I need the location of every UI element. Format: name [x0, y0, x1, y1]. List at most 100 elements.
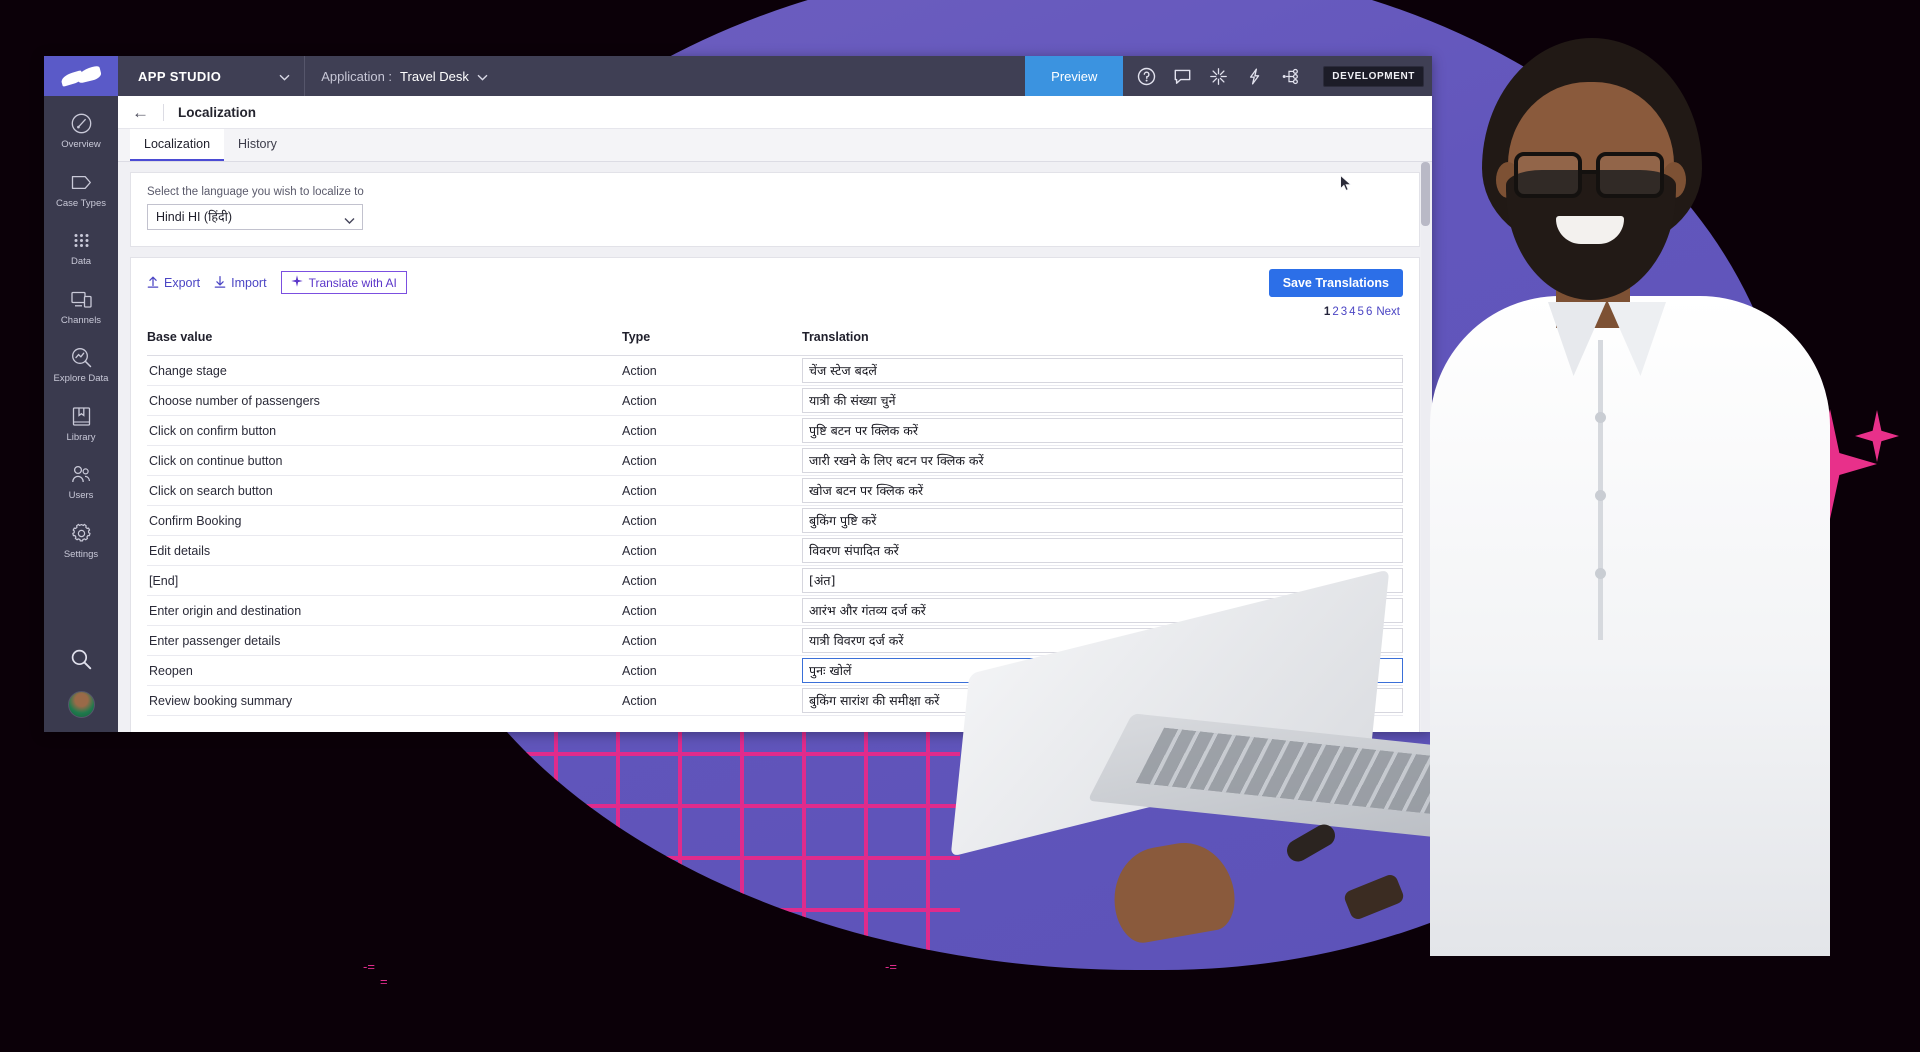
- base-value-text: Choose number of passengers: [149, 393, 320, 408]
- case-type-icon: [70, 171, 93, 194]
- page-title: Localization: [178, 104, 257, 120]
- sidebar-item-label: Settings: [63, 548, 99, 560]
- translations-toolbar-row: Export Import Translate with AI Save Tra…: [147, 269, 1403, 297]
- type-text: Action: [622, 423, 657, 438]
- base-value-text: [End]: [149, 573, 179, 588]
- type-text: Action: [622, 633, 657, 648]
- application-value: Travel Desk: [400, 68, 469, 84]
- base-value-text: Reopen: [149, 663, 193, 678]
- person-photo: [1430, 20, 1830, 956]
- page-3[interactable]: 3: [1340, 306, 1348, 318]
- table-row: Choose number of passengers Action: [147, 385, 1403, 416]
- table-row: Change stage Action: [147, 355, 1403, 386]
- page-next[interactable]: Next: [1373, 306, 1401, 318]
- cell-type: Action: [622, 415, 802, 446]
- language-select-wrapper: Hindi HI (हिंदी): [147, 204, 363, 230]
- cell-type: Action: [622, 355, 802, 386]
- cell-base-value: Review booking summary: [147, 685, 622, 716]
- cell-base-value: Click on confirm button: [147, 415, 622, 446]
- gear-icon: [70, 522, 93, 545]
- tab-history[interactable]: History: [224, 129, 291, 161]
- header-icon-group: [1123, 56, 1313, 96]
- export-button[interactable]: Export: [147, 275, 200, 291]
- base-value-text: Review booking summary: [149, 693, 293, 708]
- translate-with-ai-button[interactable]: Translate with AI: [280, 271, 407, 294]
- page-5[interactable]: 5: [1357, 306, 1365, 318]
- base-value-text: Edit details: [149, 543, 211, 558]
- avatar[interactable]: [67, 691, 95, 718]
- help-icon[interactable]: [1129, 56, 1163, 96]
- pega-logo-icon[interactable]: [44, 56, 118, 96]
- type-text: Action: [622, 663, 657, 678]
- app-studio-label: APP STUDIO: [138, 68, 222, 84]
- feedback-chat-icon[interactable]: [1165, 56, 1199, 96]
- sidebar-item-channels[interactable]: Channels: [44, 288, 118, 326]
- import-label: Import: [231, 275, 267, 290]
- branch-share-icon[interactable]: [1273, 56, 1307, 96]
- sidebar-item-label: Users: [68, 490, 94, 501]
- translation-input[interactable]: [802, 418, 1403, 443]
- tab-localization[interactable]: Localization: [130, 129, 225, 161]
- sidebar-item-overview[interactable]: Overview: [44, 112, 118, 150]
- translation-input[interactable]: [802, 538, 1403, 563]
- application-switcher[interactable]: Application : Travel Desk: [305, 56, 504, 96]
- cell-translation: [802, 355, 1403, 386]
- back-arrow-icon[interactable]: ←: [132, 104, 149, 121]
- translations-toolbar: Export Import Translate with AI: [147, 271, 1403, 294]
- preview-button[interactable]: Preview: [1025, 56, 1124, 96]
- data-grid-icon: [70, 229, 93, 252]
- tick-mark-left-2: =: [380, 974, 388, 989]
- cell-translation: [802, 445, 1403, 476]
- save-translations-button[interactable]: Save Translations: [1268, 269, 1403, 297]
- cell-base-value: Confirm Booking: [147, 505, 622, 536]
- sidebar-item-settings[interactable]: Settings: [44, 522, 118, 560]
- sidebar-item-explore-data[interactable]: Explore Data: [44, 346, 118, 384]
- sidebar-item-label: Library: [66, 431, 96, 443]
- language-select[interactable]: Hindi HI (हिंदी): [147, 204, 363, 230]
- tab-bar: Localization History: [118, 129, 1432, 162]
- page-2[interactable]: 2: [1331, 306, 1339, 318]
- base-value-text: Enter passenger details: [149, 633, 281, 648]
- app-header: APP STUDIO Application : Travel Desk Pre…: [44, 56, 1432, 96]
- cell-type: Action: [622, 565, 802, 596]
- pagination: 1 2 3 4 5 6 Next: [147, 294, 1403, 324]
- cell-type: Action: [622, 445, 802, 476]
- type-text: Action: [622, 543, 657, 558]
- translation-input[interactable]: [802, 388, 1403, 413]
- type-text: Action: [622, 573, 657, 588]
- base-value-text: Click on search button: [149, 483, 273, 498]
- import-button[interactable]: Import: [214, 275, 267, 291]
- cell-translation: [802, 535, 1403, 566]
- cell-base-value: Change stage: [147, 355, 622, 386]
- explore-data-icon: [70, 346, 93, 369]
- lightning-icon[interactable]: [1237, 56, 1271, 96]
- sidebar-item-label: Channels: [60, 314, 102, 326]
- type-text: Action: [622, 363, 657, 378]
- translation-input[interactable]: [802, 358, 1403, 383]
- translation-input[interactable]: [802, 478, 1403, 503]
- application-label: Application :: [321, 68, 393, 84]
- users-icon: [70, 463, 93, 486]
- language-select-label: Select the language you wish to localize…: [147, 186, 364, 198]
- translation-input[interactable]: [802, 448, 1403, 473]
- export-label: Export: [164, 275, 201, 290]
- upload-arrow-icon: [147, 275, 159, 291]
- cell-base-value: Reopen: [147, 655, 622, 686]
- sidebar-item-label: Case Types: [56, 197, 106, 209]
- tick-mark-right: -=: [885, 959, 897, 974]
- base-value-text: Click on confirm button: [149, 423, 277, 438]
- table-row: Click on continue button Action: [147, 445, 1403, 476]
- sidebar-item-case-types[interactable]: Case Types: [44, 171, 118, 209]
- scrollbar-thumb[interactable]: [1421, 162, 1430, 226]
- app-studio-switcher[interactable]: APP STUDIO: [118, 56, 306, 96]
- gauge-icon: [70, 112, 93, 135]
- sidebar-bottom-group: [67, 647, 95, 732]
- search-icon[interactable]: [69, 647, 94, 677]
- sidebar-item-library[interactable]: Library: [44, 405, 118, 443]
- sidebar-item-data[interactable]: Data: [44, 229, 118, 267]
- translation-input[interactable]: [802, 508, 1403, 533]
- sidebar-item-users[interactable]: Users: [44, 463, 118, 501]
- sparkle-ai-icon[interactable]: [1201, 56, 1235, 96]
- base-value-text: Change stage: [149, 363, 227, 378]
- page-4[interactable]: 4: [1348, 306, 1356, 318]
